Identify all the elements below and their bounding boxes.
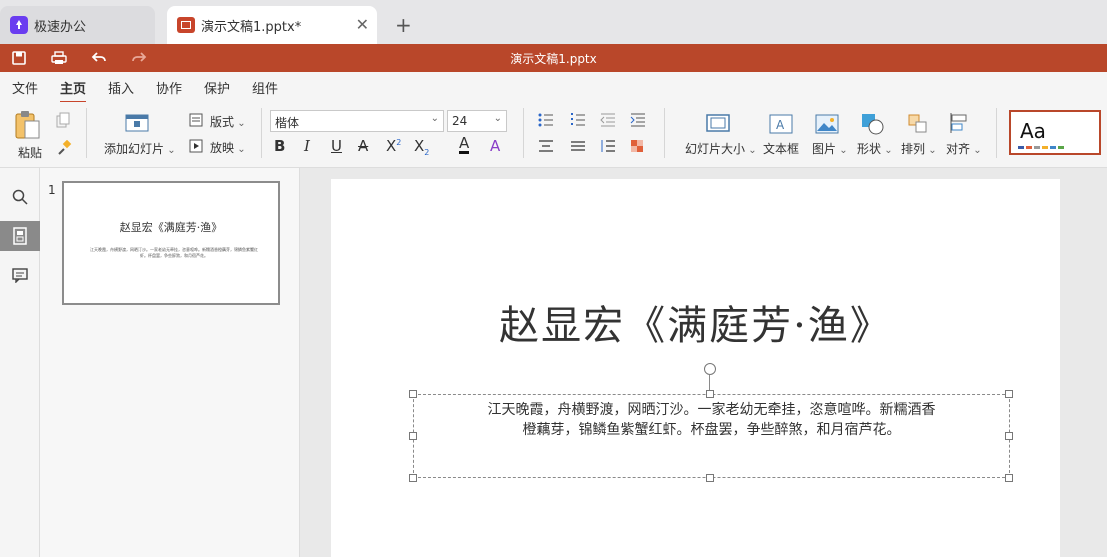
thumbnail-title: 赵显宏《满庭芳·渔》 [119, 221, 223, 234]
ribbon: 粘贴 添加幻灯片 版式 放映 楷体 ⌄ 24 ⌄ B I U A X2 X2 A… [0, 102, 1107, 168]
separator [996, 108, 997, 158]
layout-button[interactable]: 版式 [210, 113, 246, 130]
highlight-icon[interactable]: A [490, 137, 500, 155]
font-color-icon[interactable]: A [459, 135, 470, 154]
theme-preview[interactable]: Aa [1009, 110, 1101, 155]
new-tab-button[interactable]: + [395, 13, 412, 37]
resize-handle[interactable] [409, 432, 417, 440]
resize-handle[interactable] [1005, 474, 1013, 482]
line-spacing-icon[interactable] [570, 139, 586, 156]
close-icon[interactable]: ✕ [356, 15, 369, 34]
tab-label: 极速办公 [34, 19, 87, 35]
chevron-down-icon: ⌄ [493, 113, 502, 124]
rocket-icon [10, 16, 28, 34]
left-rail [0, 168, 40, 557]
format-painter-icon[interactable] [56, 139, 72, 159]
menu-home[interactable]: 主页 [60, 78, 87, 103]
numbered-list-icon[interactable] [570, 112, 586, 131]
bullet-list-icon[interactable] [538, 112, 554, 131]
underline-icon[interactable]: U [331, 137, 342, 155]
slide[interactable]: 赵显宏《满庭芳·渔》 江天晚霞，舟横野渡，网晒汀沙。一家老幼无牵挂，恣意喧哗。新… [331, 179, 1060, 557]
slide-canvas: 赵显宏《满庭芳·渔》 江天晚霞，舟横野渡，网晒汀沙。一家老幼无牵挂，恣意喧哗。新… [300, 168, 1107, 557]
add-slide-button[interactable]: 添加幻灯片 [104, 140, 176, 157]
slide-title[interactable]: 赵显宏《满庭芳·渔》 [331, 293, 1060, 351]
paste-icon[interactable] [14, 110, 42, 143]
separator [86, 108, 87, 158]
resize-handle[interactable] [409, 474, 417, 482]
text-line-2: 橙藕芽，锦鳞鱼紫蟹红虾。杯盘罢，争些醉煞，和月宿芦花。 [522, 422, 901, 438]
textbox-icon[interactable]: A [769, 114, 793, 137]
increase-indent-icon[interactable] [630, 112, 646, 131]
presentation-icon [177, 17, 195, 33]
copy-icon[interactable] [56, 112, 70, 131]
font-name-value: 楷体 [275, 116, 300, 130]
font-name-select[interactable]: 楷体 ⌄ [270, 110, 444, 132]
theme-color-swatches [1018, 146, 1064, 149]
align-center-icon[interactable] [538, 139, 554, 156]
comments-icon[interactable] [0, 260, 40, 290]
menu-collaborate[interactable]: 协作 [156, 78, 182, 97]
tab-label: 演示文稿1.pptx* [201, 19, 302, 35]
chevron-down-icon: ⌄ [430, 113, 439, 124]
resize-handle[interactable] [409, 390, 417, 398]
arrange-button[interactable]: 排列 [901, 140, 937, 157]
thumbnail-body: 江天晚霞，舟横野渡，网晒汀沙。一家老幼无牵挂，恣意喧哗。新糯酒香橙藕芽，锦鳞鱼紫… [90, 247, 258, 258]
tab-home[interactable]: 极速办公 [0, 6, 155, 44]
decrease-indent-icon[interactable] [600, 112, 616, 131]
play-button[interactable]: 放映 [210, 139, 246, 156]
shape-icon[interactable] [860, 112, 886, 139]
layout-icon[interactable] [189, 113, 203, 130]
separator [523, 108, 524, 158]
font-size-select[interactable]: 24 ⌄ [447, 110, 507, 132]
resize-handle[interactable] [1005, 390, 1013, 398]
menu-insert[interactable]: 插入 [108, 78, 134, 97]
subscript-icon[interactable]: X2 [414, 137, 429, 157]
menu-file[interactable]: 文件 [12, 78, 38, 97]
slide-size-icon[interactable] [706, 114, 730, 135]
separator [261, 108, 262, 158]
strikethrough-icon[interactable]: A [358, 137, 368, 155]
rotate-handle[interactable] [704, 363, 716, 375]
slide-thumbnails: 1 赵显宏《满庭芳·渔》 江天晚霞，舟横野渡，网晒汀沙。一家老幼无牵挂，恣意喧哗… [40, 168, 300, 557]
slide-thumbnail[interactable]: 赵显宏《满庭芳·渔》 江天晚霞，舟横野渡，网晒汀沙。一家老幼无牵挂，恣意喧哗。新… [62, 181, 280, 305]
italic-icon[interactable]: I [304, 137, 310, 155]
text-line-1: 江天晚霞，舟横野渡，网晒汀沙。一家老幼无牵挂，恣意喧哗。新糯酒香 [487, 402, 936, 418]
svg-text:A: A [776, 118, 785, 132]
resize-handle[interactable] [706, 474, 714, 482]
align-objects-icon[interactable] [948, 112, 972, 137]
bold-icon[interactable]: B [274, 137, 285, 155]
menu-protect[interactable]: 保护 [204, 78, 230, 97]
shape-button[interactable]: 形状 [857, 140, 893, 157]
font-size-value: 24 [452, 114, 468, 128]
resize-handle[interactable] [706, 390, 714, 398]
slide-number: 1 [48, 183, 56, 197]
picture-button[interactable]: 图片 [812, 140, 848, 157]
slide-size-button[interactable]: 幻灯片大小 [685, 140, 757, 157]
tab-bar: 极速办公 演示文稿1.pptx* ✕ + [0, 0, 1107, 44]
paste-label: 粘贴 [18, 146, 43, 160]
slides-panel-icon[interactable] [0, 221, 40, 251]
arrange-icon[interactable] [907, 113, 929, 138]
tab-document[interactable]: 演示文稿1.pptx* ✕ [167, 6, 377, 44]
paragraph-spacing-icon[interactable] [600, 139, 616, 156]
textbox-button[interactable]: 文本框 [763, 140, 799, 157]
menu-bar: 文件 主页 插入 协作 保护 组件 [0, 72, 1107, 103]
title-bar: 演示文稿1.pptx [0, 44, 1107, 72]
align-button[interactable]: 对齐 [946, 140, 982, 157]
fill-color-icon[interactable] [630, 139, 644, 156]
image-icon[interactable] [815, 114, 839, 137]
resize-handle[interactable] [1005, 432, 1013, 440]
text-box[interactable]: 江天晚霞，舟横野渡，网晒汀沙。一家老幼无牵挂，恣意喧哗。新糯酒香 橙藕芽，锦鳞鱼… [413, 394, 1010, 478]
window-title: 演示文稿1.pptx [510, 52, 597, 66]
search-icon[interactable] [0, 182, 40, 212]
theme-preview-text: Aa [1020, 119, 1046, 143]
superscript-icon[interactable]: X2 [386, 137, 401, 155]
add-slide-icon[interactable] [125, 112, 149, 135]
menu-components[interactable]: 组件 [252, 78, 278, 97]
separator [664, 108, 665, 158]
play-icon[interactable] [189, 139, 203, 156]
